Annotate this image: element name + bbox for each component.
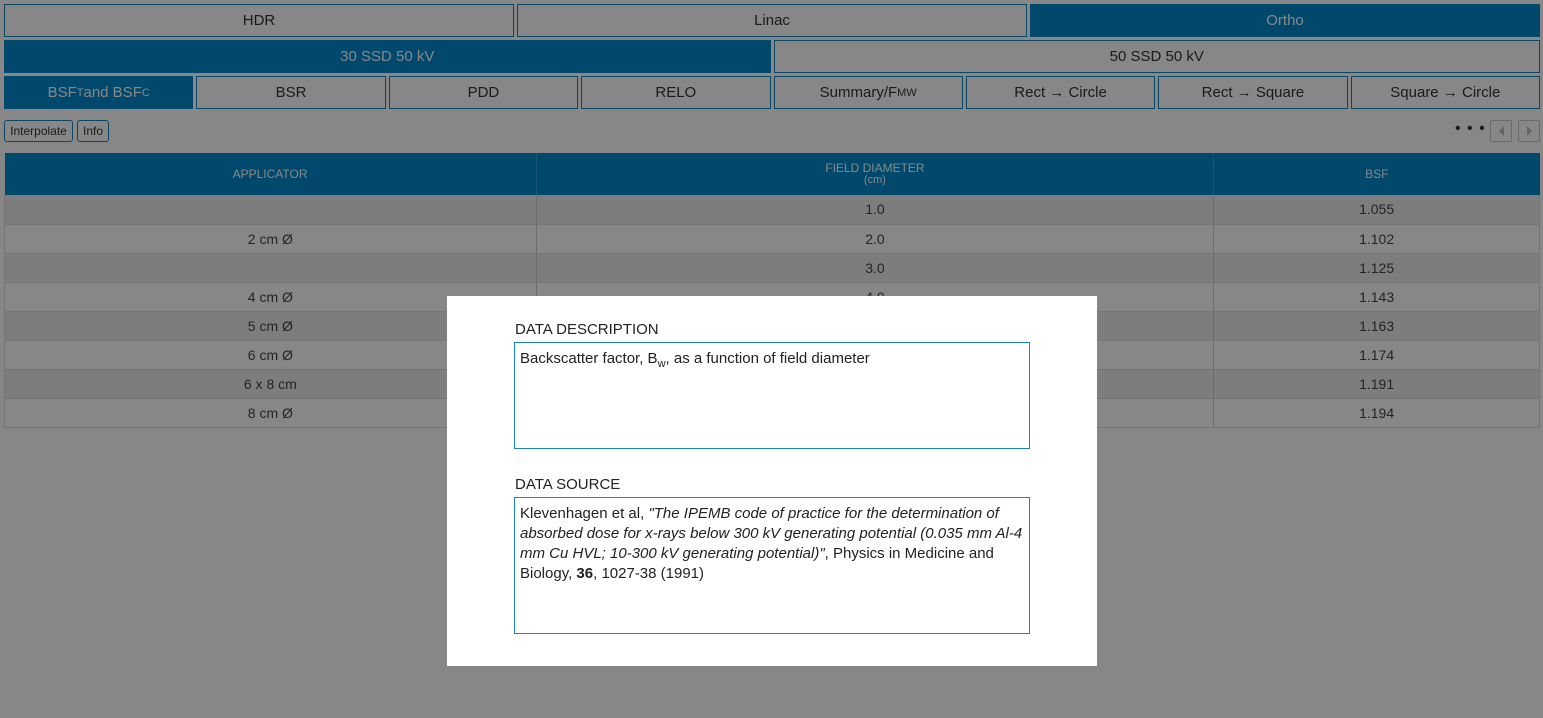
- source-pages: , 1027-38 (1991): [593, 565, 705, 582]
- data-description-label: DATA DESCRIPTION: [515, 321, 659, 338]
- source-author: Klevenhagen et al,: [520, 505, 649, 522]
- source-volume: 36: [576, 565, 594, 582]
- description-sub: w: [657, 358, 666, 370]
- description-text-2: , as a function of field diameter: [665, 350, 870, 367]
- data-source-box: Klevenhagen et al, "The IPEMB code of pr…: [514, 497, 1030, 634]
- data-source-label: DATA SOURCE: [515, 476, 621, 493]
- data-description-box: Backscatter factor, Bw, as a function of…: [514, 342, 1030, 449]
- description-text-1: Backscatter factor, B: [520, 350, 658, 367]
- info-modal: DATA DESCRIPTION Backscatter factor, Bw,…: [447, 296, 1097, 666]
